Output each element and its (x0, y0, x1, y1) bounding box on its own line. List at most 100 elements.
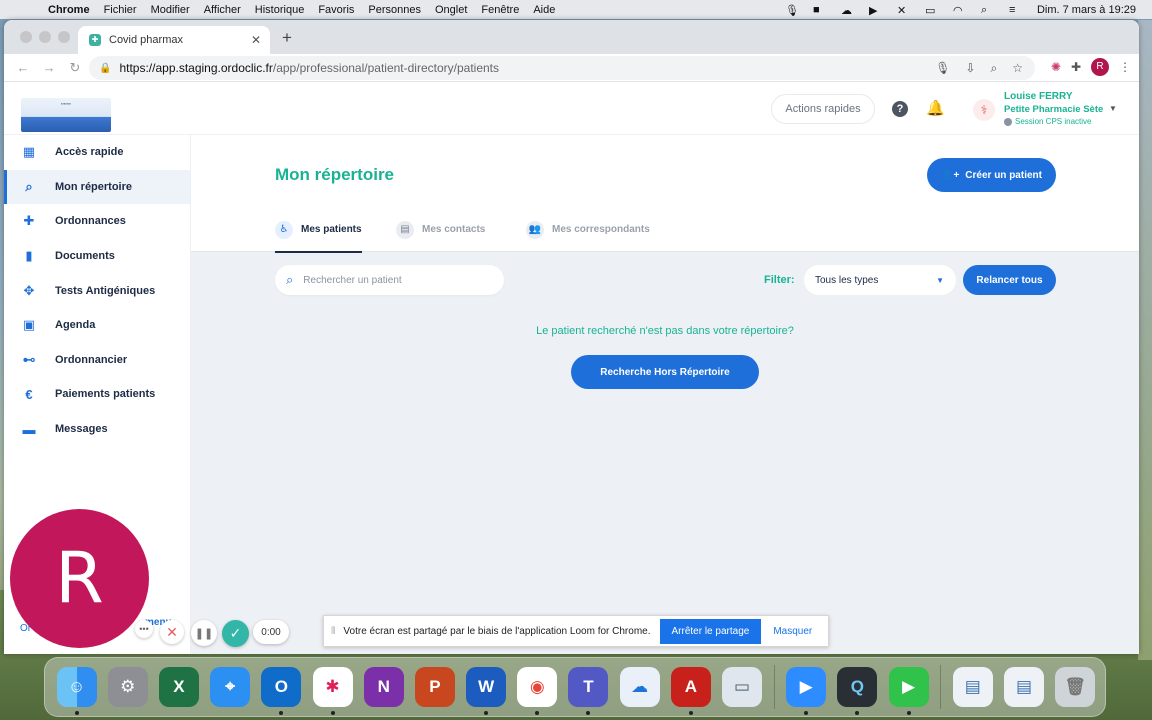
sidebar-item-acces-rapide[interactable]: ▦ Accès rapide (4, 135, 190, 170)
facetime-icon[interactable]: ▶ (888, 667, 929, 715)
message-icon: ▬ (22, 421, 36, 437)
trash-icon[interactable]: 🗑 (1055, 667, 1096, 707)
powerpoint-icon[interactable]: P (414, 667, 455, 707)
sidebar-item-agenda[interactable]: ▣ Agenda (4, 308, 190, 343)
spotlight-icon[interactable]: ⌕ (981, 4, 995, 16)
bell-icon[interactable]: 🔔 (926, 99, 945, 117)
relaunch-all-button[interactable]: Relancer tous (963, 265, 1056, 295)
sidebar-item-ordonnancier[interactable]: ⊷ Ordonnancier (4, 343, 190, 378)
profile-avatar[interactable]: R (1091, 58, 1109, 76)
loom-camera-bubble[interactable]: R (10, 509, 149, 648)
bookmark-star-icon[interactable]: ☆ (1012, 61, 1023, 76)
safari-icon[interactable]: ⌖ (210, 667, 251, 707)
document-thumbnail-icon[interactable]: ▤ (1003, 667, 1044, 707)
menu-item[interactable]: Afficher (204, 4, 241, 16)
document-thumbnail-icon[interactable]: ▤ (952, 667, 993, 707)
sidebar-item-documents[interactable]: ▮ Documents (4, 239, 190, 274)
acrobat-icon[interactable]: A (670, 667, 711, 715)
menu-item[interactable]: Favoris (318, 4, 354, 16)
pharmacy-icon: ⚕ (973, 99, 995, 121)
menu-item[interactable]: Aide (533, 4, 555, 16)
reload-icon[interactable]: ↻ (68, 60, 82, 76)
sidebar-item-tests[interactable]: ✥ Tests Antigéniques (4, 273, 190, 308)
search-placeholder: Rechercher un patient (303, 274, 402, 286)
word-icon[interactable]: W (466, 667, 507, 715)
create-patient-button[interactable]: 👤+ Créer un patient (927, 158, 1056, 192)
help-icon[interactable]: ? (892, 101, 908, 117)
teams-icon[interactable]: T (568, 667, 609, 715)
stop-sharing-button[interactable]: Arrêter le partage (659, 618, 762, 644)
loom-status-icon[interactable]: ■ (813, 4, 827, 16)
mic-icon[interactable]: 🎙 (935, 61, 950, 76)
type-filter-select[interactable]: Tous les types ▼ (804, 265, 956, 295)
chrome-window: ✚ Covid pharmax ✕ + ← → ↻ 🔒 https://app.… (4, 20, 1139, 654)
zoom-window-button[interactable] (58, 31, 70, 43)
install-icon[interactable]: ⇩ (965, 61, 975, 76)
chrome-icon[interactable]: ◉ (517, 667, 558, 715)
menu-item[interactable]: Historique (255, 4, 305, 16)
play-icon[interactable]: ▶ (869, 4, 883, 17)
battery-icon[interactable]: ▭ (925, 4, 939, 17)
new-tab-button[interactable]: + (282, 28, 292, 48)
slack-icon[interactable]: ✱ (312, 667, 353, 715)
tab-mes-patients[interactable]: ♿ Mes patients (275, 207, 362, 253)
pause-recording-button[interactable]: ❚❚ (191, 620, 217, 646)
forward-icon[interactable]: → (42, 60, 56, 75)
sidebar-item-paiements[interactable]: € Paiements patients (4, 377, 190, 412)
cancel-recording-button[interactable]: ✕ (160, 620, 184, 644)
share-message: Votre écran est partagé par le biais de … (343, 625, 651, 637)
sidebar-item-mon-repertoire[interactable]: ⌕ Mon répertoire (4, 169, 190, 205)
session-status: Session CPS inactive (1004, 117, 1103, 126)
browser-tab[interactable]: ✚ Covid pharmax ✕ (78, 26, 270, 54)
sidebar-item-label: Paiements patients (55, 388, 156, 401)
more-icon[interactable]: ••• (135, 620, 153, 638)
excel-icon[interactable]: X (158, 667, 199, 707)
status-dot (1004, 117, 1012, 126)
back-icon[interactable]: ← (16, 60, 30, 75)
quick-actions-button[interactable]: Actions rapides (771, 94, 875, 124)
menu-item[interactable]: Onglet (435, 4, 467, 16)
onedrive-icon[interactable]: ☁ (619, 667, 660, 707)
kebab-menu-icon[interactable]: ⋮ (1119, 60, 1131, 74)
close-window-button[interactable] (20, 31, 32, 43)
wifi-icon[interactable]: ◠ (953, 4, 967, 17)
menu-item[interactable]: Fenêtre (481, 4, 519, 16)
preview-icon[interactable]: ▭ (722, 667, 763, 707)
menu-clock[interactable]: Dim. 7 mars à 19:29 (1037, 4, 1136, 16)
chevron-down-icon[interactable]: ▼ (1109, 104, 1117, 113)
onenote-icon[interactable]: N (363, 667, 404, 707)
outlook-icon[interactable]: O (261, 667, 302, 715)
address-bar[interactable]: 🔒 https://app.staging.ordoclic.fr/app/pr… (89, 56, 1035, 80)
apple-icon[interactable] (17, 2, 32, 17)
drag-handle-icon[interactable]: ⦀ (331, 626, 335, 637)
system-preferences-icon[interactable]: ⚙ (107, 667, 148, 707)
quicktime-icon[interactable]: Q (837, 667, 878, 715)
menu-item[interactable]: Personnes (368, 4, 421, 16)
puzzle-icon[interactable]: ✚ (1071, 60, 1081, 74)
patient-search[interactable]: ⌕ Rechercher un patient (275, 265, 504, 295)
finish-recording-button[interactable]: ✓ (222, 620, 249, 647)
tab-mes-contacts[interactable]: ▤ Mes contacts (396, 207, 485, 252)
user-menu[interactable]: Louise FERRY Petite Pharmacie Sète Sessi… (1004, 91, 1117, 126)
finder-icon[interactable]: ☺ (56, 667, 97, 715)
sidebar-item-ordonnances[interactable]: ✚ Ordonnances (4, 204, 190, 239)
zoom-icon[interactable]: ⌕ (991, 61, 998, 76)
microphone-icon[interactable]: 🎙 (785, 4, 799, 17)
menu-item[interactable]: Modifier (151, 4, 190, 16)
lock-icon[interactable]: 🔒 (99, 63, 111, 74)
sidebar-item-messages[interactable]: ▬ Messages (4, 412, 190, 447)
logo[interactable]: ▪▪▪▪▪▪▪ (21, 98, 111, 132)
control-center-icon[interactable]: ≡ (1009, 4, 1023, 16)
minimize-window-button[interactable] (39, 31, 51, 43)
calendar-icon: ▣ (22, 317, 36, 333)
tab-mes-correspondants[interactable]: 👥 Mes correspondants (526, 207, 650, 252)
bluetooth-icon[interactable]: ✕ (897, 4, 911, 17)
cloud-icon[interactable]: ☁ (841, 4, 855, 17)
menu-item[interactable]: Fichier (104, 4, 137, 16)
close-icon[interactable]: ✕ (251, 33, 261, 47)
zoom-app-icon[interactable]: ▶ (786, 667, 827, 715)
hide-link[interactable]: Masquer (773, 626, 812, 637)
extension-icon[interactable]: ✺ (1051, 60, 1061, 74)
menu-app-name[interactable]: Chrome (48, 4, 90, 16)
search-outside-directory-button[interactable]: Recherche Hors Répertoire (571, 355, 759, 389)
